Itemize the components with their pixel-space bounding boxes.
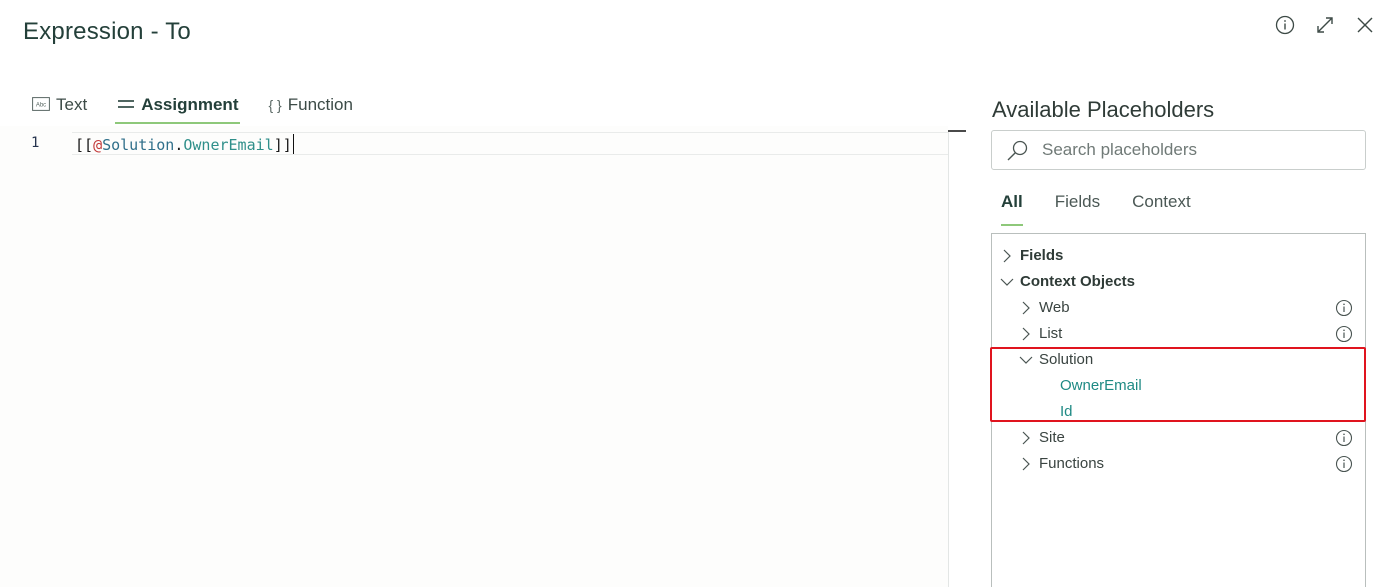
- tree-item-fields[interactable]: Fields: [992, 243, 1365, 269]
- tab-function[interactable]: { } Function: [268, 86, 368, 124]
- tree-item-label: Web: [1039, 299, 1070, 316]
- code-line[interactable]: [[@Solution.OwnerEmail]]: [75, 134, 294, 154]
- code-close-brackets: ]]: [273, 136, 292, 154]
- code-member: OwnerEmail: [183, 136, 274, 154]
- search-icon: [998, 131, 1038, 169]
- tab-fields[interactable]: Fields: [1055, 186, 1100, 226]
- info-icon[interactable]: [1335, 429, 1353, 447]
- chevron-right-icon: [1000, 249, 1014, 263]
- chevron-right-icon: [1019, 457, 1033, 471]
- tab-text-label: Text: [56, 95, 88, 114]
- info-icon[interactable]: [1335, 325, 1353, 343]
- code-at-sign: @: [93, 136, 103, 154]
- tree-item-functions[interactable]: Functions: [992, 451, 1365, 477]
- chevron-right-icon: [1019, 301, 1033, 315]
- tree-item-list[interactable]: List: [992, 321, 1365, 347]
- assignment-icon: [117, 97, 135, 114]
- tree-item-label: Site: [1039, 429, 1065, 446]
- tab-function-label: Function: [287, 95, 353, 114]
- tree-item-label: OwnerEmail: [1060, 377, 1142, 394]
- panel-divider: [948, 130, 949, 587]
- tree-item-owner-email[interactable]: OwnerEmail: [992, 373, 1365, 399]
- tree-item-solution[interactable]: Solution: [992, 347, 1365, 373]
- placeholders-title: Available Placeholders: [992, 97, 1215, 122]
- chevron-down-icon: [1019, 353, 1033, 367]
- chevron-right-icon: [1019, 327, 1033, 341]
- tree-item-label: List: [1039, 325, 1063, 342]
- braces-icon: { }: [268, 97, 282, 113]
- line-number: 1: [31, 135, 40, 151]
- tree-item-label: Solution: [1039, 351, 1094, 368]
- tree-item-label: Functions: [1039, 455, 1105, 472]
- dialog-title: Expression - To: [23, 18, 191, 45]
- expand-icon[interactable]: [1314, 14, 1336, 36]
- chevron-right-icon: [1019, 431, 1033, 445]
- window-controls: [1274, 14, 1376, 36]
- chevron-down-icon: [1000, 275, 1014, 289]
- text-icon-glyph: Abc: [36, 102, 46, 108]
- text-icon: Abc: [32, 96, 50, 114]
- tree-item-context-objects[interactable]: Context Objects: [992, 269, 1365, 295]
- tree-item-web[interactable]: Web: [992, 295, 1365, 321]
- close-icon[interactable]: [1354, 14, 1376, 36]
- tab-all[interactable]: All: [1001, 186, 1023, 226]
- code-open-brackets: [[: [75, 136, 94, 154]
- tab-context[interactable]: Context: [1132, 186, 1191, 226]
- tree-item-site[interactable]: Site: [992, 425, 1365, 451]
- tree-item-label: Id: [1060, 403, 1073, 420]
- code-namespace: Solution: [102, 136, 175, 154]
- code-editor[interactable]: 1 [[@Solution.OwnerEmail]]: [0, 126, 948, 587]
- tab-assignment-label: Assignment: [141, 95, 239, 114]
- info-icon[interactable]: [1335, 299, 1353, 317]
- filter-tabs: All Fields Context: [1001, 186, 1223, 226]
- collapse-handle[interactable]: [948, 130, 966, 132]
- search-box[interactable]: [991, 130, 1366, 170]
- info-icon[interactable]: [1274, 14, 1296, 36]
- tab-text[interactable]: Abc Text: [32, 86, 103, 124]
- tab-assignment[interactable]: Assignment: [115, 86, 254, 124]
- tree-item-label: Context Objects: [1020, 273, 1136, 290]
- info-icon[interactable]: [1335, 455, 1353, 473]
- tree-item-id[interactable]: Id: [992, 399, 1365, 425]
- tree-item-label: Fields: [1020, 247, 1064, 264]
- mode-tabs: Abc Text Assignment { } Function: [32, 86, 383, 124]
- placeholder-tree: Fields Context Objects Web List Solution…: [991, 233, 1366, 587]
- search-input[interactable]: [1042, 140, 1342, 160]
- text-caret: [292, 134, 294, 154]
